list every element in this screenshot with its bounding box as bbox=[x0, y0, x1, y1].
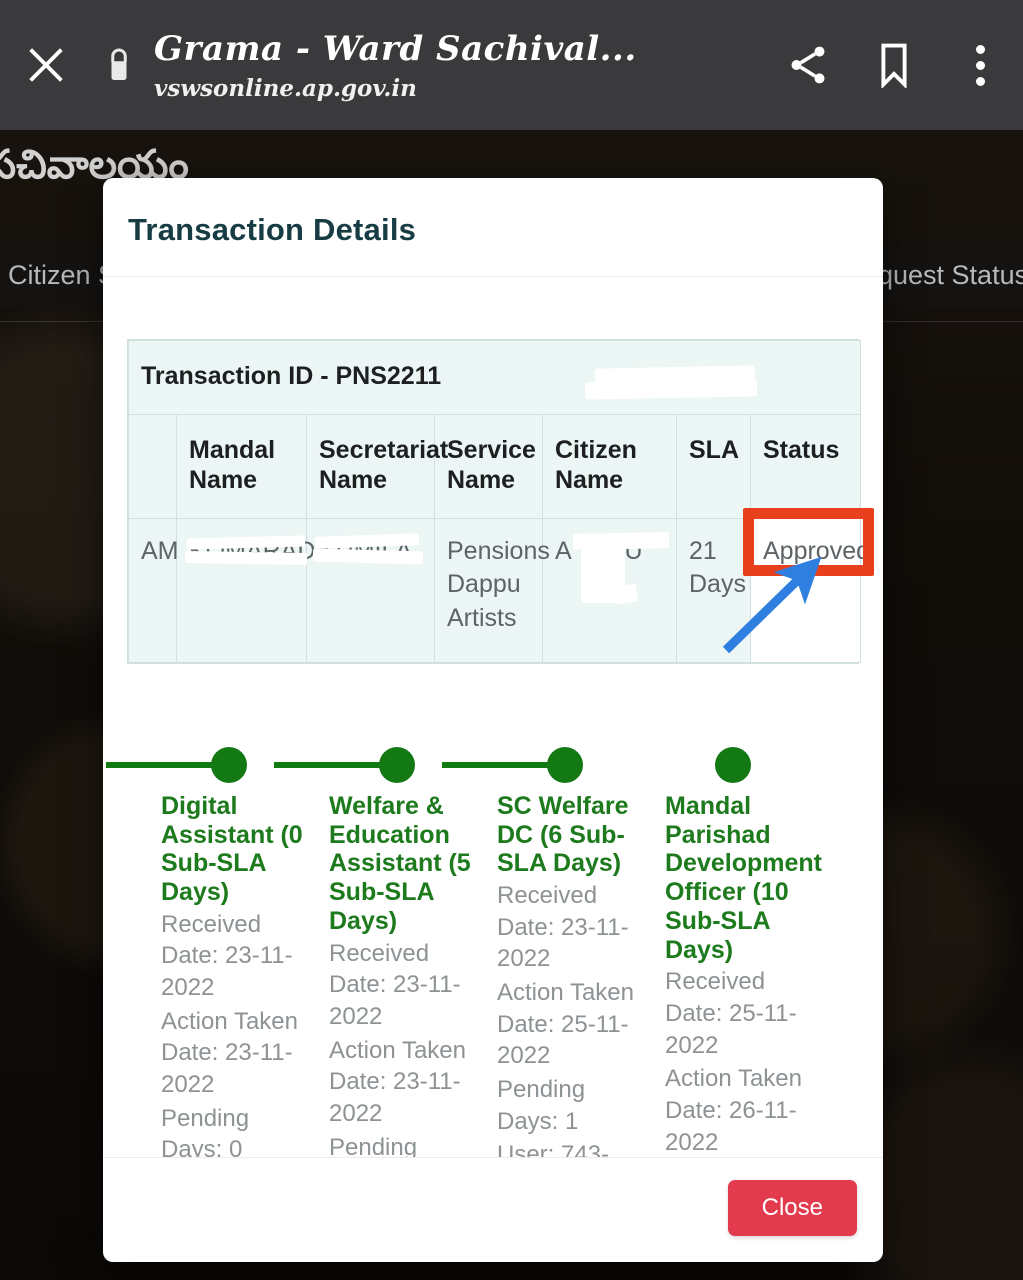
timeline-received-date-3: Received Date: 23-11-2022 bbox=[497, 882, 629, 973]
cell-service-name: Pensions Dappu Artists bbox=[434, 517, 550, 663]
timeline-pending-days-1: Pending Days: 0 bbox=[161, 1104, 250, 1157]
share-button[interactable] bbox=[765, 0, 851, 130]
table-header-row: Mandal Name Secretariat Name Service Nam… bbox=[128, 413, 862, 519]
timeline-rail-4 bbox=[665, 742, 811, 788]
timeline-step-digital-assistant: Digital Assistant (0 Sub-SLA Days) Recei… bbox=[106, 742, 329, 1157]
workflow-timeline: Digital Assistant (0 Sub-SLA Days) Recei… bbox=[106, 742, 859, 1157]
timeline-connector-2 bbox=[274, 761, 389, 768]
bookmark-button[interactable] bbox=[851, 0, 937, 130]
timeline-dot-icon-1 bbox=[211, 746, 247, 783]
transaction-id-text: Transaction ID - PNS2211 bbox=[141, 362, 442, 390]
transaction-table: Transaction ID - PNS2211 Mandal Name Sec… bbox=[127, 340, 870, 663]
bookmark-icon bbox=[881, 43, 907, 88]
timeline-action-date-3: Action Taken Date: 25-11-2022 bbox=[497, 979, 634, 1070]
close-icon bbox=[29, 48, 63, 82]
timeline-received-date-2: Received Date: 23-11-2022 bbox=[329, 939, 461, 1030]
timeline-dot-icon-2 bbox=[379, 746, 415, 783]
timeline-action-date-1: Action Taken Date: 23-11-2022 bbox=[161, 1007, 298, 1099]
timeline-action-date-2: Action Taken Date: 23-11-2022 bbox=[329, 1036, 466, 1127]
dialog-body: Transaction ID - PNS2211 Mandal Name Sec… bbox=[103, 277, 883, 1157]
cell-status: Approved bbox=[749, 517, 870, 663]
timeline-received-date-1: Received Date: 23-11-2022 bbox=[161, 910, 293, 1002]
timeline-step-welfare-education-assistant: Welfare & Education Assistant (5 Sub-SLA… bbox=[274, 742, 497, 1157]
secretariat-name-redaction-2 bbox=[312, 548, 424, 564]
column-header-mandal-name: Mandal Name bbox=[176, 413, 307, 519]
cell-citizen-name: A VI KU bbox=[542, 517, 677, 663]
timeline-user-3: User: 743-SCWELDC bbox=[497, 1141, 610, 1157]
background-label-right: quest Status Che bbox=[878, 260, 1023, 290]
table-row: AM KOMARADA KUMILA Pension bbox=[128, 517, 870, 663]
mandal-name-redaction-2 bbox=[184, 550, 308, 565]
citizen-name-redaction-3 bbox=[613, 583, 639, 604]
cell-secretariat-name: KUMILA bbox=[306, 517, 435, 663]
column-header-blank bbox=[128, 413, 177, 519]
timeline-step-title-4: Mandal Parishad Development Officer (10 … bbox=[665, 791, 822, 964]
timeline-step-title-2: Welfare & Education Assistant (5 Sub-SLA… bbox=[329, 791, 471, 935]
timeline-step-mpdo: Mandal Parishad Development Officer (10 … bbox=[665, 742, 833, 1157]
close-tab-button[interactable] bbox=[0, 0, 92, 130]
site-lock[interactable] bbox=[92, 46, 146, 84]
timeline-dot-icon-3 bbox=[547, 746, 583, 783]
timeline-connector-1 bbox=[106, 761, 221, 768]
cell-mandal-name: KOMARADA bbox=[176, 517, 332, 663]
page-url: vswsonline.ap.gov.in bbox=[154, 74, 417, 102]
dialog-header: Transaction Details bbox=[103, 178, 883, 276]
timeline-pending-days-3: Pending Days: 1 bbox=[497, 1076, 586, 1135]
lock-icon bbox=[111, 48, 127, 80]
overflow-menu-button[interactable] bbox=[937, 0, 1023, 130]
timeline-step-title-3: SC Welfare DC (6 Sub-SLA Days) bbox=[497, 791, 629, 878]
timeline-pending-days-2: Pending Days: 0 bbox=[329, 1133, 418, 1157]
browser-toolbar: Grama - Ward Sachival... vswsonline.ap.g… bbox=[0, 0, 1023, 130]
close-dialog-button[interactable]: Close bbox=[727, 1180, 857, 1236]
page-title: Grama - Ward Sachival... bbox=[154, 29, 637, 70]
column-header-citizen-name: Citizen Name bbox=[542, 413, 677, 519]
timeline-step-sc-welfare-dc: SC Welfare DC (6 Sub-SLA Days) Received … bbox=[442, 742, 665, 1157]
dialog-footer: Close bbox=[103, 1158, 883, 1262]
timeline-rail-3 bbox=[442, 742, 643, 788]
screen: Grama - Ward Sachival... vswsonline.ap.g… bbox=[0, 0, 1023, 1280]
cell-prefix: AM bbox=[128, 517, 179, 663]
timeline-dot-icon-4 bbox=[715, 746, 751, 783]
table-caption-row: Transaction ID - PNS2211 bbox=[127, 340, 862, 415]
more-vertical-icon bbox=[975, 44, 985, 86]
timeline-action-date-4: Action Taken Date: 26-11-2022 bbox=[665, 1065, 802, 1156]
timeline-step-title-1: Digital Assistant (0 Sub-SLA Days) bbox=[161, 791, 303, 906]
column-header-status: Status bbox=[749, 413, 862, 519]
column-header-secretariat-name: Secretariat Name bbox=[306, 413, 448, 519]
column-header-sla: SLA bbox=[676, 413, 751, 519]
dialog-title: Transaction Details bbox=[128, 212, 417, 247]
transaction-details-dialog: Transaction Details Transaction ID - PNS… bbox=[103, 178, 883, 1262]
timeline-connector-3 bbox=[442, 761, 557, 768]
cell-sla: 21 Days bbox=[676, 517, 751, 663]
transaction-id-caption: Transaction ID - PNS2211 bbox=[127, 340, 862, 415]
column-header-service-name: Service Name bbox=[434, 413, 543, 519]
share-icon bbox=[791, 46, 825, 84]
transaction-id-redaction-2 bbox=[584, 379, 758, 400]
transaction-table-wrapper: Transaction ID - PNS2211 Mandal Name Sec… bbox=[127, 339, 870, 664]
timeline-received-date-4: Received Date: 25-11-2022 bbox=[665, 968, 797, 1059]
site-identity: Grama - Ward Sachival... vswsonline.ap.g… bbox=[146, 28, 765, 102]
